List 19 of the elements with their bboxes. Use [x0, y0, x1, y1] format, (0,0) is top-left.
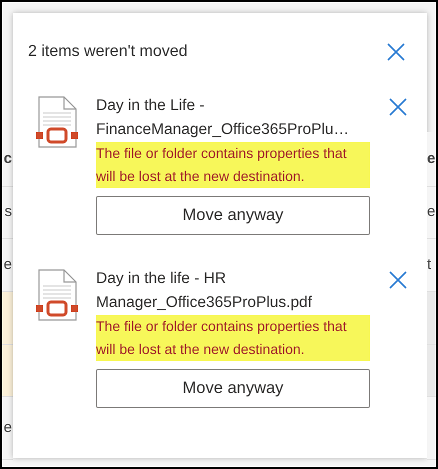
- warning-message: The file or folder contains properties that will be lost at the new destination.: [96, 142, 370, 188]
- dismiss-icon[interactable]: [388, 270, 408, 290]
- dismiss-icon[interactable]: [388, 97, 408, 117]
- cut-off-text: c: [4, 148, 13, 169]
- file-name: Day in the life - HR Manager_Office365ProPlus.pdf: [96, 269, 313, 313]
- cut-off-text: t: [427, 254, 432, 275]
- cut-off-text: e: [4, 254, 13, 275]
- dialog-title: 2 items weren't moved: [28, 42, 188, 62]
- cut-off-text: s: [4, 202, 13, 222]
- file-icon: [36, 96, 78, 148]
- warning-message: The file or folder contains properties that will be lost at the new destination.: [96, 315, 370, 361]
- cut-off-text: e: [427, 148, 436, 169]
- cut-off-text: e: [4, 418, 13, 438]
- cut-off-text: e: [427, 202, 436, 222]
- close-icon[interactable]: [386, 42, 406, 62]
- move-anyway-button[interactable]: Move anyway: [96, 196, 370, 235]
- file-name: Day in the Life - FinanceManager_Office365ProPlu…: [96, 96, 350, 140]
- file-icon: [36, 269, 78, 321]
- move-anyway-button[interactable]: Move anyway: [96, 369, 370, 408]
